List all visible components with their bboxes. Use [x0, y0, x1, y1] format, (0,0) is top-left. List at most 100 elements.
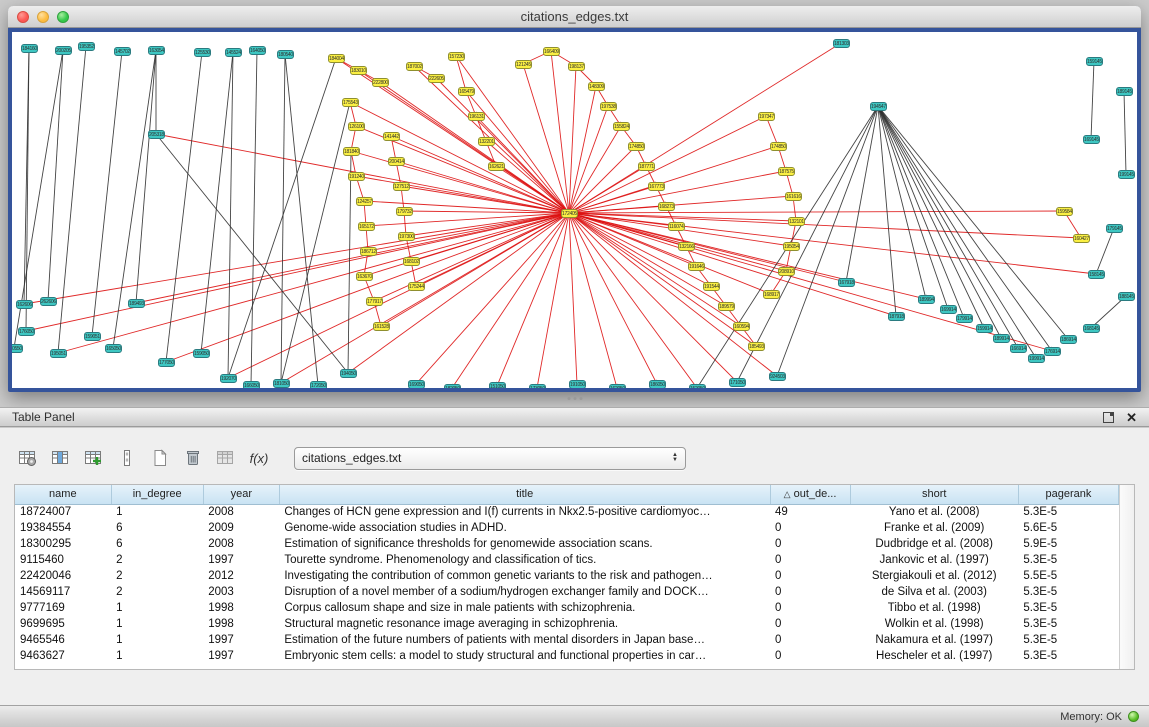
- graph-node[interactable]: 18130304: [833, 39, 850, 48]
- table-cell[interactable]: 6: [111, 536, 203, 552]
- graph-node[interactable]: 16505034: [105, 344, 122, 353]
- table-cell[interactable]: 0: [770, 616, 850, 632]
- graph-node[interactable]: 18671203: [360, 247, 377, 256]
- graph-node[interactable]: 18814532: [1118, 292, 1135, 301]
- graph-node[interactable]: 18054032: [277, 50, 294, 59]
- table-cell[interactable]: 1998: [203, 600, 279, 616]
- graph-node[interactable]: 18914532: [1116, 87, 1133, 96]
- table-cell[interactable]: 49: [770, 504, 850, 520]
- graph-node[interactable]: 12124549: [515, 60, 532, 69]
- graph-node[interactable]: 15914532: [1086, 57, 1103, 66]
- graph-node[interactable]: 19164612: [688, 262, 705, 271]
- table-cell[interactable]: 9465546: [15, 632, 111, 648]
- table-row[interactable]: 1830029562008Estimation of significance …: [15, 536, 1119, 552]
- graph-node[interactable]: 17105034: [729, 378, 746, 387]
- graph-node[interactable]: 17914532: [1106, 224, 1123, 233]
- window-titlebar[interactable]: citations_edges.txt: [8, 6, 1141, 28]
- graph-node[interactable]: 15905134: [84, 332, 101, 341]
- graph-node[interactable]: 18105034: [273, 379, 290, 388]
- column-header-pagerank[interactable]: pagerank: [1018, 485, 1118, 504]
- delete-table-icon[interactable]: [181, 447, 205, 469]
- graph-node[interactable]: 15582403: [613, 122, 630, 131]
- network-table-select[interactable]: citations_edges.txt ▲▼: [294, 447, 686, 470]
- graph-node[interactable]: 12425712: [356, 197, 373, 206]
- graph-node[interactable]: 18700212: [406, 62, 423, 71]
- graph-node[interactable]: 20020504: [55, 46, 72, 55]
- graph-node[interactable]: 16791842: [838, 278, 855, 287]
- table-cell[interactable]: 14569117: [15, 584, 111, 600]
- column-header-in_degree[interactable]: in_degree: [111, 485, 203, 504]
- graph-node[interactable]: 14570234: [114, 47, 131, 56]
- graph-node[interactable]: 16905034: [408, 380, 425, 388]
- add-column-icon[interactable]: [82, 447, 106, 469]
- table-row[interactable]: 946554611997Estimation of the future num…: [15, 632, 1119, 648]
- table-cell[interactable]: Changes of HCN gene expression and I(f) …: [279, 504, 770, 520]
- table-cell[interactable]: 5.3E-5: [1018, 616, 1118, 632]
- table-cell[interactable]: 5.3E-5: [1018, 632, 1118, 648]
- graph-node[interactable]: 14830933: [588, 82, 605, 91]
- column-header-short[interactable]: short: [850, 485, 1018, 504]
- graph-node[interactable]: 20041424: [388, 157, 405, 166]
- table-cell[interactable]: Embryonic stem cells: a model to study s…: [279, 648, 770, 664]
- table-cell[interactable]: 0: [770, 568, 850, 584]
- graph-node[interactable]: 18999432: [918, 295, 935, 304]
- graph-node[interactable]: 15105034: [489, 382, 506, 388]
- float-panel-icon[interactable]: [1103, 412, 1114, 423]
- graph-node[interactable]: 16059422: [733, 322, 750, 331]
- table-row[interactable]: 911546021997Tourette syndrome. Phenomeno…: [15, 552, 1119, 568]
- table-cell[interactable]: 5.3E-5: [1018, 504, 1118, 520]
- table-cell[interactable]: 9463627: [15, 648, 111, 664]
- table-cell[interactable]: 5.3E-5: [1018, 648, 1118, 664]
- graph-node[interactable]: 17305034: [529, 384, 546, 388]
- graph-node[interactable]: 18400432: [328, 54, 345, 63]
- table-cell[interactable]: Estimation of significance thresholds fo…: [279, 536, 770, 552]
- graph-node[interactable]: 15991432: [976, 324, 993, 333]
- column-header-out_de[interactable]: △out_de...: [770, 485, 850, 504]
- table-cell[interactable]: Genome-wide association studies in ADHD.: [279, 520, 770, 536]
- graph-node[interactable]: 16991432: [940, 305, 957, 314]
- graph-node[interactable]: 18549312: [748, 342, 765, 351]
- graph-node[interactable]: 18691432: [1060, 335, 1077, 344]
- graph-node[interactable]: 15905034: [193, 349, 210, 358]
- table-cell[interactable]: 9699695: [15, 616, 111, 632]
- table-cell[interactable]: 1: [111, 600, 203, 616]
- table-row[interactable]: 969969511998Structural magnetic resonanc…: [15, 616, 1119, 632]
- graph-node[interactable]: 20891042: [778, 267, 795, 276]
- table-cell[interactable]: 1: [111, 632, 203, 648]
- table-cell[interactable]: 0: [770, 600, 850, 616]
- table-cell[interactable]: 5.9E-5: [1018, 536, 1118, 552]
- graph-node[interactable]: 18757513: [778, 167, 795, 176]
- graph-node[interactable]: 19505134: [50, 349, 67, 358]
- table-cell[interactable]: 1: [111, 504, 203, 520]
- graph-node[interactable]: 16305404: [148, 46, 165, 55]
- graph-node[interactable]: 18777147: [638, 162, 655, 171]
- graph-node[interactable]: 13216642: [678, 242, 695, 251]
- graph-node[interactable]: 17691432: [1044, 347, 1061, 356]
- graph-node[interactable]: 19405034: [340, 369, 357, 378]
- graph-node[interactable]: 12610022: [348, 122, 365, 131]
- table-cell[interactable]: 1997: [203, 648, 279, 664]
- graph-node[interactable]: 13220172: [478, 137, 495, 146]
- panel-divider-handle[interactable]: [567, 397, 582, 400]
- table-cell[interactable]: Wolkin et al. (1998): [850, 616, 1018, 632]
- column-header-year[interactable]: year: [203, 485, 279, 504]
- table-cell[interactable]: 5.3E-5: [1018, 584, 1118, 600]
- graph-node[interactable]: 19730021: [398, 232, 415, 241]
- table-cell[interactable]: 0: [770, 648, 850, 664]
- table-cell[interactable]: 2: [111, 584, 203, 600]
- table-cell[interactable]: 0: [770, 632, 850, 648]
- graph-node[interactable]: 16367025: [356, 272, 373, 281]
- table-cell[interactable]: 2: [111, 552, 203, 568]
- table-cell[interactable]: Franke et al. (2009): [850, 520, 1018, 536]
- graph-node[interactable]: 17205034: [310, 381, 327, 388]
- table-cell[interactable]: 5.5E-5: [1018, 568, 1118, 584]
- graph-node[interactable]: 19454784: [870, 102, 887, 111]
- table-cell[interactable]: 1: [111, 616, 203, 632]
- function-builder-icon[interactable]: f(x): [247, 447, 271, 469]
- graph-node[interactable]: 17705034: [158, 358, 175, 367]
- graph-node[interactable]: 16914532: [1083, 135, 1100, 144]
- table-cell[interactable]: Nakamura et al. (1997): [850, 632, 1018, 648]
- graph-node[interactable]: 16260650: [16, 300, 33, 309]
- graph-node[interactable]: 16547903: [458, 87, 475, 96]
- graph-node[interactable]: 19124057: [348, 172, 365, 181]
